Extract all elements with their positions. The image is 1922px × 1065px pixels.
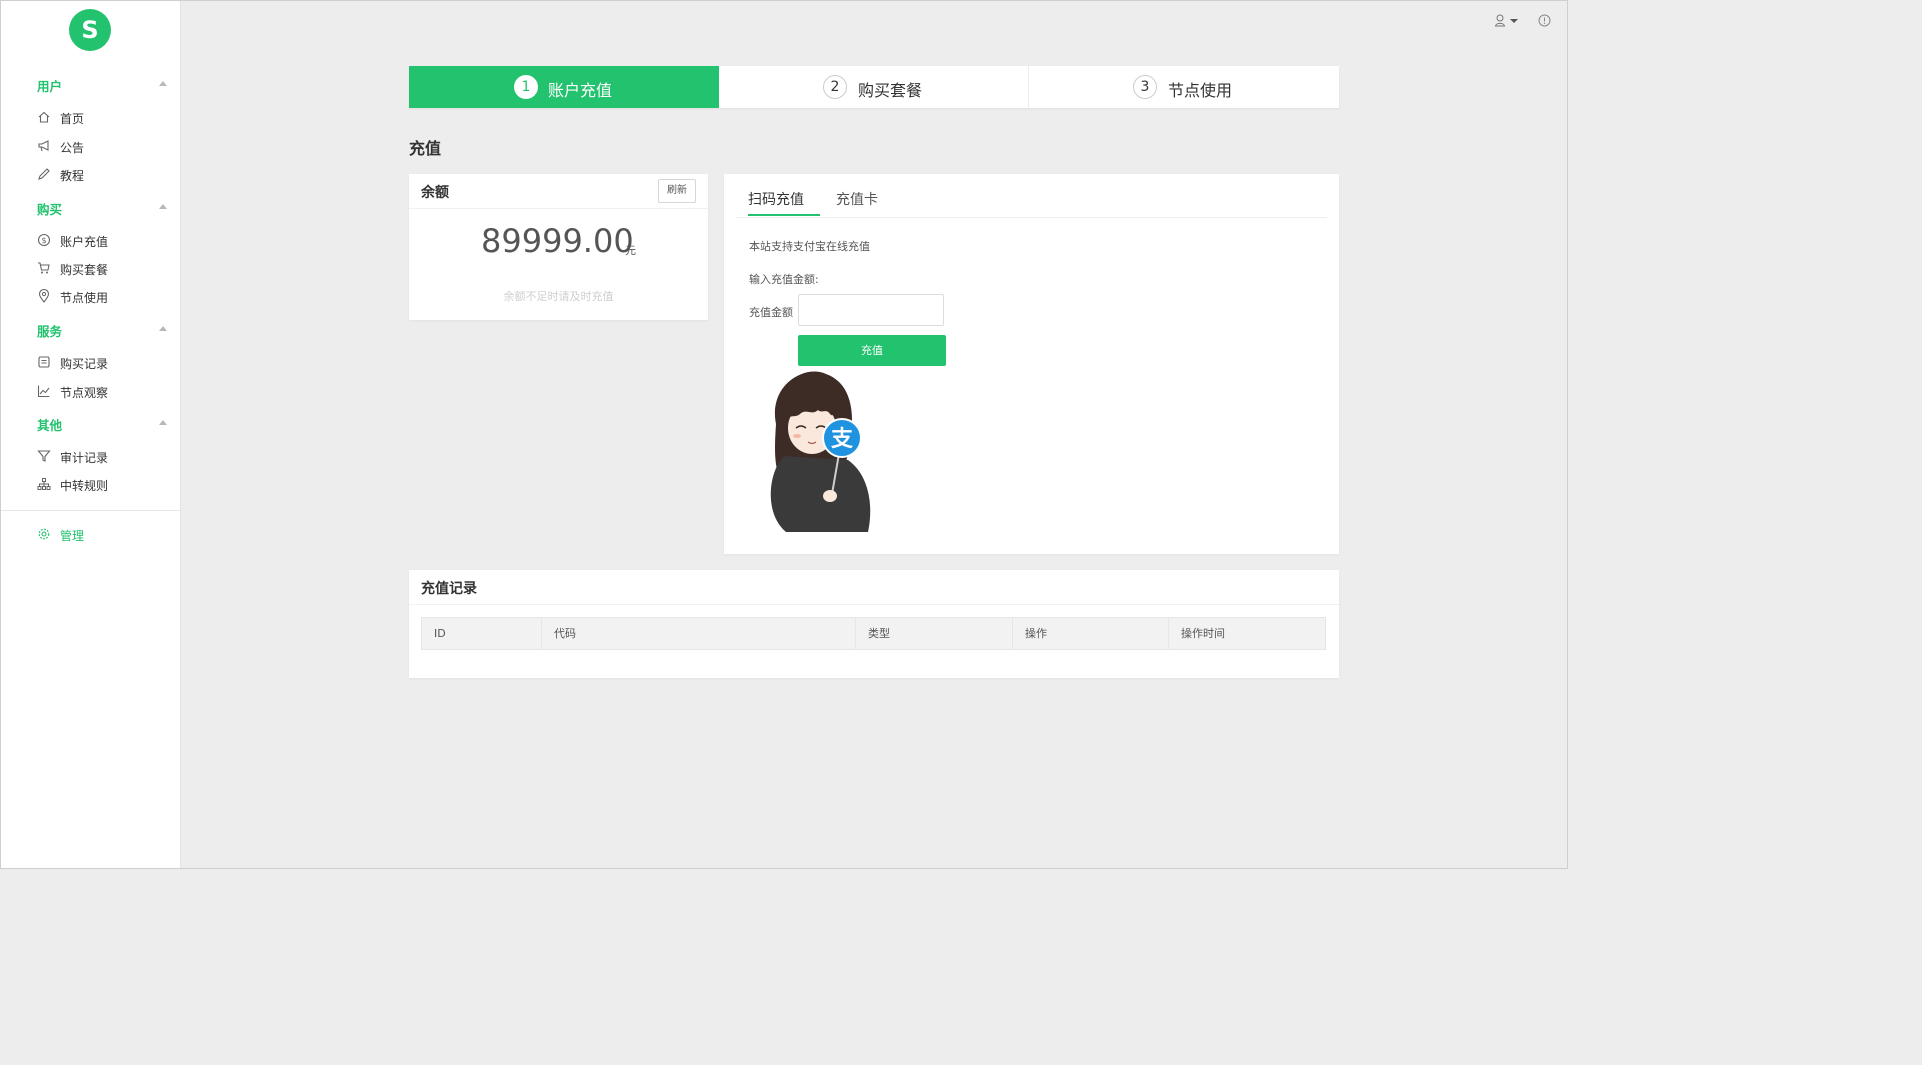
caret-up-icon xyxy=(159,204,167,209)
sidebar-item-label: 教程 xyxy=(60,169,85,183)
sidebar-item-home[interactable]: 首页 xyxy=(37,107,167,129)
sidebar-item-announcement[interactable]: 公告 xyxy=(37,136,167,158)
tab-scan-pay[interactable]: 扫码充值 xyxy=(748,189,804,209)
balance-title: 余额 xyxy=(421,185,449,201)
location-pin-icon xyxy=(38,289,50,303)
step-recharge[interactable]: 1 账户充值 xyxy=(409,66,719,108)
sidebar-item-node-monitor[interactable]: 节点观察 xyxy=(37,381,167,403)
tab-recharge-card[interactable]: 充值卡 xyxy=(836,189,878,209)
sidebar-item-admin[interactable]: 管理 xyxy=(37,524,167,546)
sidebar-divider xyxy=(0,510,180,511)
sidebar-item-label: 购买套餐 xyxy=(60,263,109,277)
recharge-records-card: 充值记录 ID 代码 类型 操作 操作时间 xyxy=(409,570,1339,678)
pencil-icon xyxy=(38,168,50,180)
step-number: 1 xyxy=(514,75,538,99)
sidebar-group-title: 购买 xyxy=(37,202,63,217)
user-menu-icon[interactable] xyxy=(1494,13,1520,29)
sidebar-item-label: 管理 xyxy=(60,529,85,543)
amount-label: 充值金额 xyxy=(749,306,793,319)
balance-amount: 89999.00 xyxy=(481,222,634,260)
list-doc-icon xyxy=(38,356,50,368)
amount-input[interactable] xyxy=(798,294,944,326)
filter-icon xyxy=(37,450,51,462)
svg-text:$: $ xyxy=(41,236,46,245)
active-tab-underline xyxy=(748,214,820,216)
sitemap-icon xyxy=(37,478,51,490)
column-header-action: 操作 xyxy=(1013,618,1169,649)
logo[interactable]: S xyxy=(69,9,111,51)
sidebar: S 用户 首页 公告 教程 购买 $ 账户充值 购买套餐 节点使用 服务 购买记… xyxy=(0,0,181,869)
alipay-mascot-image: 支 xyxy=(770,371,871,532)
sidebar-group-buy[interactable]: 购买 xyxy=(37,197,170,217)
sidebar-group-other[interactable]: 其他 xyxy=(37,413,170,433)
recharge-tabs: 扫码充值 充值卡 xyxy=(736,174,1327,218)
line-chart-icon xyxy=(37,385,50,398)
megaphone-icon xyxy=(38,140,49,152)
alipay-badge-glyph: 支 xyxy=(831,427,854,452)
balance-card: 余额 刷新 89999.00 元 余额不足时请及时充值 xyxy=(409,174,708,320)
caret-up-icon xyxy=(159,81,167,86)
gear-icon xyxy=(38,528,50,540)
cart-icon xyxy=(38,262,50,274)
sidebar-item-label: 审计记录 xyxy=(60,451,109,465)
step-number: 2 xyxy=(823,75,847,99)
step-label: 节点使用 xyxy=(1168,81,1233,100)
dollar-circle-icon: $ xyxy=(37,233,51,247)
sidebar-item-relay-rules[interactable]: 中转规则 xyxy=(37,474,167,496)
caret-up-icon xyxy=(159,326,167,331)
sidebar-item-tutorial[interactable]: 教程 xyxy=(37,164,167,186)
logo-letter: S xyxy=(81,16,99,44)
sidebar-item-label: 账户充值 xyxy=(60,235,109,249)
records-table-header: ID 代码 类型 操作 操作时间 xyxy=(421,617,1326,650)
sidebar-item-label: 中转规则 xyxy=(60,479,109,493)
sidebar-item-audit-log[interactable]: 审计记录 xyxy=(37,446,167,468)
records-divider xyxy=(409,604,1339,605)
step-node-usage[interactable]: 3 节点使用 xyxy=(1029,66,1339,108)
sidebar-group-service[interactable]: 服务 xyxy=(37,319,170,339)
step-number: 3 xyxy=(1133,75,1157,99)
sidebar-item-label: 购买记录 xyxy=(60,357,109,371)
progress-steps: 1 账户充值 2 购买套餐 3 节点使用 xyxy=(409,66,1339,108)
sidebar-item-purchase-records[interactable]: 购买记录 xyxy=(37,352,167,374)
balance-card-header: 余额 刷新 xyxy=(409,174,708,209)
sidebar-item-label: 节点使用 xyxy=(60,291,109,305)
balance-unit: 元 xyxy=(625,244,636,257)
sidebar-item-recharge[interactable]: $ 账户充值 xyxy=(37,230,167,252)
recharge-button[interactable]: 充值 xyxy=(798,335,946,366)
recharge-card: 扫码充值 充值卡 本站支持支付宝在线充值 输入充值金额: 充值金额 充值 支 xyxy=(724,174,1339,554)
column-header-action-time: 操作时间 xyxy=(1181,627,1225,640)
step-label: 账户充值 xyxy=(548,81,613,100)
records-title: 充值记录 xyxy=(421,581,477,597)
sidebar-group-title: 其他 xyxy=(37,418,63,433)
sidebar-group-title: 用户 xyxy=(37,79,63,94)
sidebar-group-title: 服务 xyxy=(37,324,63,339)
column-header-type: 类型 xyxy=(856,618,1013,649)
sidebar-item-label: 首页 xyxy=(60,112,85,126)
step-buy-plan[interactable]: 2 购买套餐 xyxy=(719,66,1029,108)
balance-hint: 余额不足时请及时充值 xyxy=(503,290,614,303)
sidebar-item-label: 节点观察 xyxy=(60,386,109,400)
column-header-code: 代码 xyxy=(542,618,856,649)
page-title: 充值 xyxy=(409,139,442,158)
step-label: 购买套餐 xyxy=(858,81,923,100)
sidebar-group-user[interactable]: 用户 xyxy=(37,74,170,94)
sidebar-item-node-usage[interactable]: 节点使用 xyxy=(37,286,167,308)
home-icon xyxy=(38,111,50,123)
sidebar-item-buy-plan[interactable]: 购买套餐 xyxy=(37,258,167,280)
column-header-id: ID xyxy=(422,618,542,649)
support-text: 本站支持支付宝在线充值 xyxy=(749,240,870,253)
caret-up-icon xyxy=(159,420,167,425)
info-icon[interactable] xyxy=(1538,14,1551,27)
input-prompt: 输入充值金额: xyxy=(749,273,819,286)
refresh-button[interactable]: 刷新 xyxy=(658,179,696,203)
sidebar-item-label: 公告 xyxy=(60,141,85,155)
